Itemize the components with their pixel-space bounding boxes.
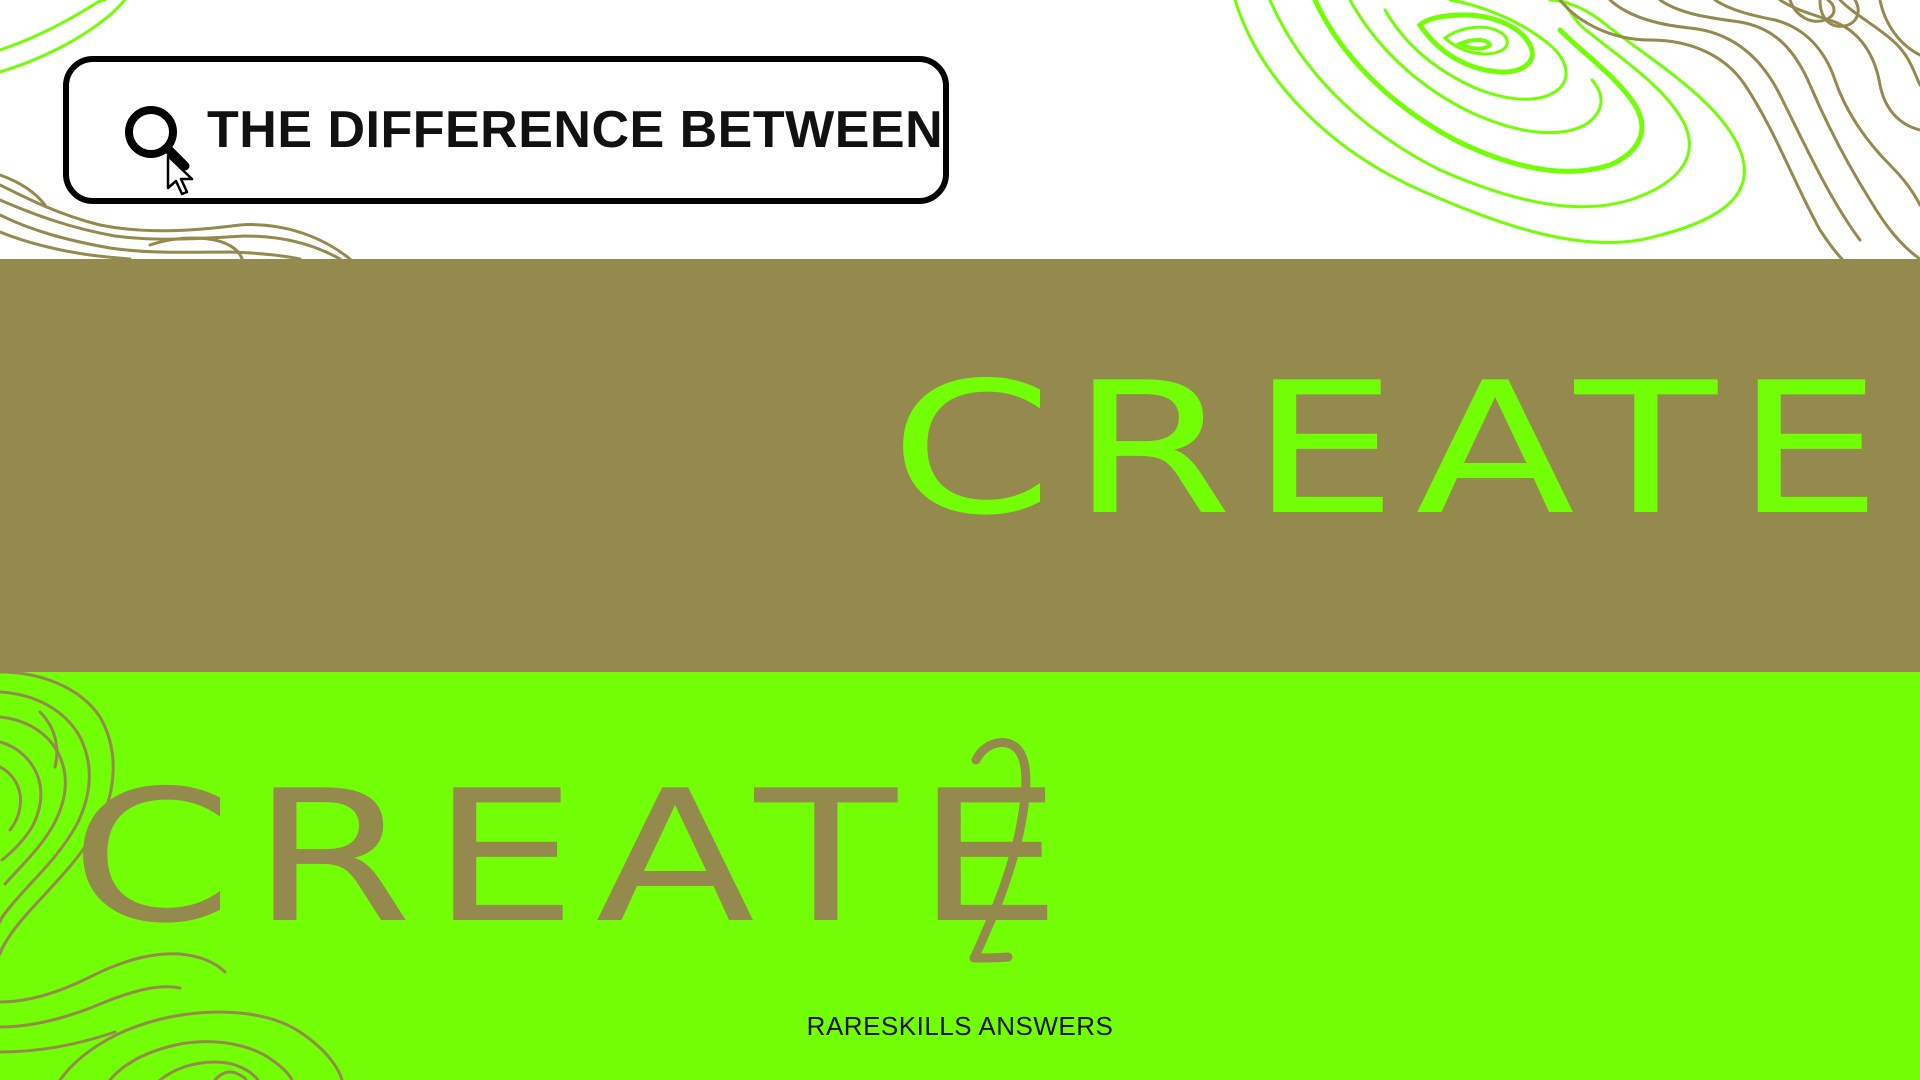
headline-word-second: CREATE [70,751,1081,963]
numeral-two-swash-icon [962,736,1032,970]
search-query-text[interactable]: THE DIFFERENCE BETWEEN [207,62,943,198]
footer-label: RARESKILLS ANSWERS [806,1011,1114,1041]
pointer-cursor-icon [165,154,197,198]
headline-word-first: CREATE [890,343,1901,555]
search-bar[interactable]: THE DIFFERENCE BETWEEN [63,56,949,204]
thumbnail-canvas: THE DIFFERENCE BETWEEN CREATE CREATE RAR… [0,0,1920,1080]
